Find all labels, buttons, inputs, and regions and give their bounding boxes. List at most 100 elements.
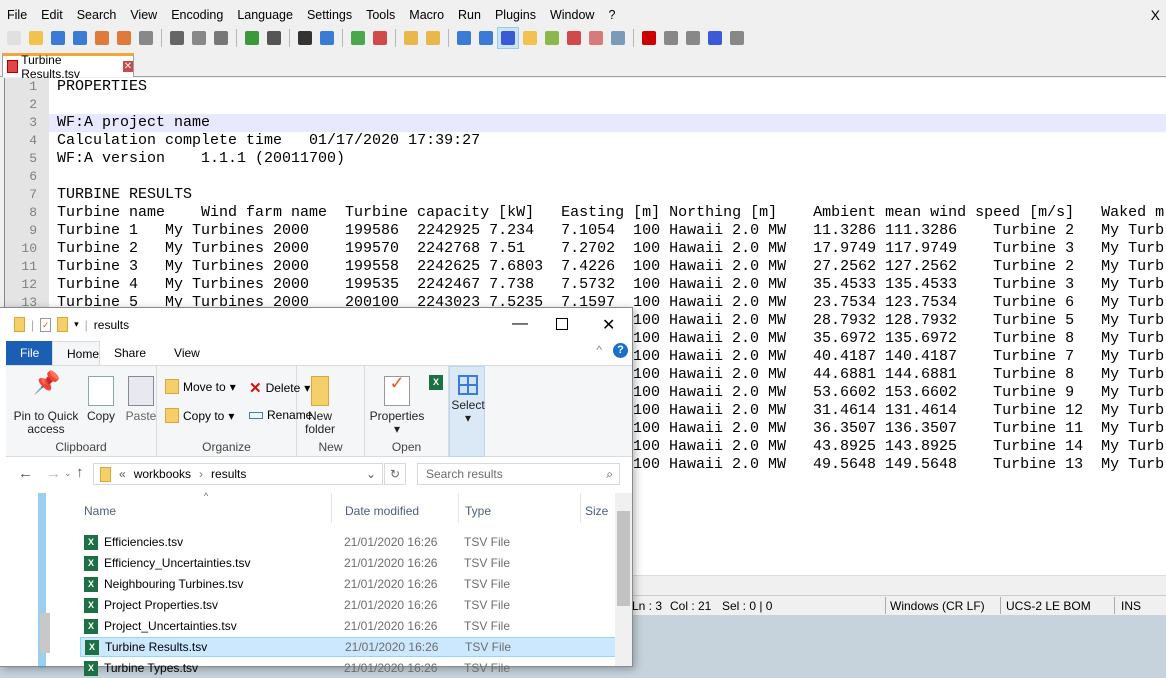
new-folder-quick-icon[interactable] <box>57 317 69 332</box>
customize-quick-access-icon[interactable]: ▾ <box>74 319 79 330</box>
find-button[interactable] <box>295 28 315 48</box>
menu-item-language[interactable]: Language <box>230 6 300 26</box>
close-document-button[interactable]: X <box>1151 7 1160 23</box>
print-button[interactable] <box>136 28 156 48</box>
word-wrap-button[interactable] <box>454 28 474 48</box>
doc-map-button[interactable] <box>542 28 562 48</box>
refresh-button[interactable]: ↻ <box>384 463 406 485</box>
play-macro-button[interactable] <box>683 28 703 48</box>
select-button[interactable]: Select ▾ <box>449 366 485 457</box>
move-to-button[interactable]: Move to ▾ <box>165 379 236 394</box>
menu-item-encoding[interactable]: Encoding <box>164 6 230 26</box>
close-button[interactable]: ✕ <box>602 315 615 335</box>
navigation-pane[interactable] <box>30 493 54 668</box>
ribbon-tab-view[interactable]: View <box>160 341 214 365</box>
nav-scrollbar-thumb[interactable] <box>40 613 50 653</box>
stop-macro-button[interactable] <box>661 28 681 48</box>
undo-button[interactable] <box>242 28 262 48</box>
status-encoding[interactable]: UCS-2 LE BOM <box>1006 599 1091 613</box>
menu-item-edit[interactable]: Edit <box>34 6 70 26</box>
editor-line[interactable]: TURBINE RESULTS <box>49 186 1166 204</box>
column-size[interactable]: Size <box>585 504 608 518</box>
menu-item-help[interactable]: ? <box>601 6 622 26</box>
record-macro-button[interactable] <box>639 28 659 48</box>
recent-locations-button[interactable]: ⌄ <box>64 468 72 479</box>
cut-button[interactable] <box>167 28 187 48</box>
address-bar[interactable]: « workbooks › results ⌄ <box>93 463 383 485</box>
ribbon-tab-home[interactable]: Home <box>52 341 100 365</box>
save-macro-button[interactable] <box>727 28 747 48</box>
menu-item-window[interactable]: Window <box>543 6 601 26</box>
menu-item-plugins[interactable]: Plugins <box>488 6 543 26</box>
copy-button[interactable] <box>189 28 209 48</box>
maximize-button[interactable] <box>556 318 568 330</box>
replace-button[interactable] <box>317 28 337 48</box>
copy-button[interactable]: Copy <box>84 376 118 423</box>
file-row[interactable]: X Project_Uncertainties.tsv 21/01/2020 16:… <box>80 616 616 636</box>
column-name[interactable]: Name <box>84 504 116 518</box>
menu-item-macro[interactable]: Macro <box>402 6 451 26</box>
properties-button[interactable]: ✓ Properties ▾ <box>369 374 425 436</box>
editor-line[interactable]: Calculation complete time 01/17/2020 17:… <box>49 132 1166 150</box>
new-file-button[interactable] <box>4 28 24 48</box>
monitoring-button[interactable] <box>608 28 628 48</box>
indent-guide-button[interactable] <box>497 27 519 49</box>
properties-quick-icon[interactable]: ✓ <box>40 317 52 332</box>
run-macro-multiple-button[interactable] <box>705 28 725 48</box>
editor-line[interactable]: WF:A project name <box>49 114 1166 132</box>
close-tab-icon[interactable]: ✕ <box>122 61 133 72</box>
copy-to-button[interactable]: Copy to ▾ <box>165 408 234 423</box>
file-row[interactable]: X Turbine Types.tsv 21/01/2020 16:26 TSV Fi… <box>80 658 616 678</box>
menu-item-file[interactable]: File <box>0 6 34 26</box>
breadcrumb-results[interactable]: results <box>211 467 246 481</box>
close-button[interactable] <box>92 28 112 48</box>
paste-button[interactable]: Paste <box>123 376 159 423</box>
new-folder-button[interactable]: New folder <box>301 376 339 436</box>
paste-button[interactable] <box>211 28 231 48</box>
column-type[interactable]: Type <box>465 504 491 518</box>
editor-line[interactable]: PROPERTIES <box>49 78 1166 96</box>
save-button[interactable] <box>48 28 68 48</box>
ribbon-tab-file[interactable]: File <box>6 341 52 365</box>
zoom-in-button[interactable] <box>348 28 368 48</box>
scrollbar-thumb[interactable] <box>617 511 630 606</box>
redo-button[interactable] <box>264 28 284 48</box>
menu-item-run[interactable]: Run <box>451 6 488 26</box>
editor-line[interactable]: Turbine name Wind farm name Turbine capa… <box>49 204 1166 222</box>
up-button[interactable]: ↑ <box>76 464 84 481</box>
editor-line[interactable]: Turbine 3 My Turbines 2000 199558 224262… <box>49 258 1166 276</box>
editor-line[interactable]: Turbine 2 My Turbines 2000 199570 224276… <box>49 240 1166 258</box>
menu-item-search[interactable]: Search <box>70 6 124 26</box>
folder-workspace-button[interactable] <box>586 28 606 48</box>
forward-button[interactable]: → <box>46 465 61 482</box>
editor-line[interactable]: Turbine 1 My Turbines 2000 199586 224292… <box>49 222 1166 240</box>
back-button[interactable]: ← <box>18 465 33 482</box>
editor-line[interactable]: WF:A version 1.1.1 (20011700) <box>49 150 1166 168</box>
file-row[interactable]: X Efficiencies.tsv 21/01/2020 16:26 TSV Fil… <box>80 532 616 552</box>
file-row[interactable]: X Neighbouring Turbines.tsv 21/01/2020 16:… <box>80 574 616 594</box>
function-list-button[interactable] <box>564 28 584 48</box>
save-all-button[interactable] <box>70 28 90 48</box>
file-row[interactable]: X Efficiency_Uncertainties.tsv 21/01/2020 … <box>80 553 616 573</box>
menu-item-tools[interactable]: Tools <box>359 6 402 26</box>
open-file-button[interactable] <box>26 28 46 48</box>
menu-item-settings[interactable]: Settings <box>300 6 359 26</box>
file-row[interactable]: X Turbine Results.tsv 21/01/2020 16:26 TSV … <box>80 637 616 657</box>
pin-to-quick-access-button[interactable]: 📌 Pin to Quick access <box>10 372 82 436</box>
minimize-button[interactable]: — <box>512 315 528 333</box>
udl-button[interactable] <box>520 28 540 48</box>
editor-line[interactable] <box>49 168 1166 186</box>
sync-horizontal-button[interactable] <box>423 28 443 48</box>
collapse-ribbon-icon[interactable]: ^ <box>596 343 602 357</box>
status-eol[interactable]: Windows (CR LF) <box>890 599 985 613</box>
editor-line[interactable] <box>49 96 1166 114</box>
file-row[interactable]: X Project Properties.tsv 21/01/2020 16:26 T… <box>80 595 616 615</box>
zoom-out-button[interactable] <box>370 28 390 48</box>
sync-vertical-button[interactable] <box>401 28 421 48</box>
ribbon-tab-share[interactable]: Share <box>100 341 160 365</box>
show-all-chars-button[interactable] <box>476 28 496 48</box>
tab-turbine-results[interactable]: Turbine Results.tsv ✕ <box>2 53 134 81</box>
menu-item-view[interactable]: View <box>123 6 164 26</box>
search-input[interactable]: Search results ⌕ <box>417 463 620 485</box>
file-list-scrollbar[interactable] <box>615 493 632 666</box>
